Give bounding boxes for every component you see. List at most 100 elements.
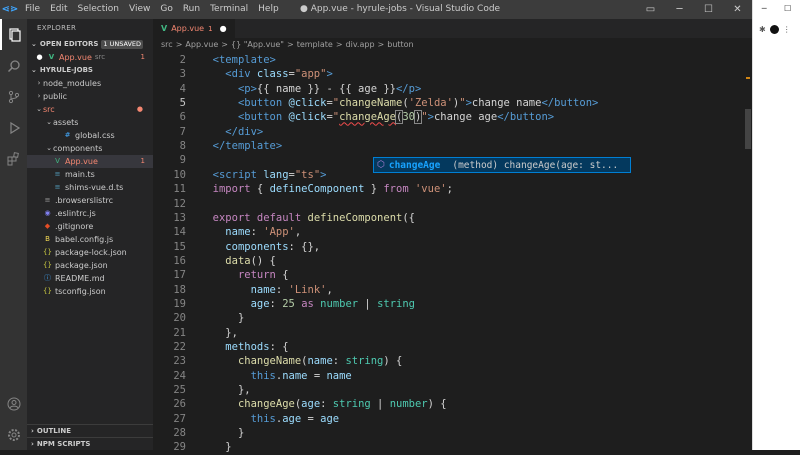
suggestion-widget[interactable]: ⬡ changeAge (method) changeAge(age: st..…: [373, 157, 631, 173]
tree-item[interactable]: V App.vue 1: [27, 155, 153, 168]
breadcrumb-item[interactable]: src: [161, 38, 173, 51]
code-line[interactable]: <button @click="changeName('Zelda')">cha…: [200, 96, 598, 110]
browser-window: ─ ☐ ✱ ⋮: [752, 0, 800, 450]
code-line[interactable]: export default defineComponent({: [200, 211, 415, 225]
code-line[interactable]: },: [200, 326, 238, 340]
tree-item[interactable]: # global.css: [27, 129, 153, 142]
code-line[interactable]: <div class="app">: [200, 67, 332, 81]
scroll-thumb[interactable]: [745, 109, 751, 149]
code-line[interactable]: name: 'Link',: [200, 283, 333, 297]
code-line[interactable]: data() {: [200, 254, 276, 268]
unsaved-dot-icon[interactable]: ●: [35, 51, 44, 64]
tree-item[interactable]: ⌄ assets: [27, 116, 153, 129]
editor-scrollbar[interactable]: [744, 19, 752, 450]
code-line[interactable]: },: [200, 383, 251, 397]
chevron-right-icon[interactable]: ›: [35, 90, 43, 103]
browser-controls: ─ ☐: [753, 0, 800, 13]
search-icon[interactable]: [0, 50, 27, 81]
account-icon[interactable]: [0, 388, 27, 419]
code-line[interactable]: changeAge(age: string | number) {: [200, 397, 447, 411]
chevron-right-icon[interactable]: ›: [35, 77, 43, 90]
code-line[interactable]: <template>: [200, 53, 276, 67]
tree-item[interactable]: ⌄ components: [27, 142, 153, 155]
code-line[interactable]: }: [200, 440, 231, 454]
open-editor-item[interactable]: ● V App.vue src 1: [27, 51, 153, 64]
tree-item[interactable]: Bbabel.config.js: [27, 233, 153, 246]
minimize-button[interactable]: ─: [762, 4, 767, 13]
close-button[interactable]: ✕: [723, 0, 752, 19]
tree-item[interactable]: ◆ .gitignore: [27, 220, 153, 233]
code-line[interactable]: name: 'App',: [200, 225, 301, 239]
settings-gear-icon[interactable]: [0, 419, 27, 450]
code-line[interactable]: <p>{{ name }} - {{ age }}</p>: [200, 82, 421, 96]
code-line[interactable]: this.name = name: [200, 369, 352, 383]
code-line[interactable]: components: {},: [200, 240, 320, 254]
code-line[interactable]: <button @click="changeAge(30)">change ag…: [200, 110, 554, 125]
npm-scripts-section[interactable]: › NPM SCRIPTS: [27, 437, 153, 450]
tree-item[interactable]: {} tsconfig.json: [27, 285, 153, 298]
menu-item-terminal[interactable]: Terminal: [205, 0, 253, 19]
run-debug-icon[interactable]: [0, 112, 27, 143]
chevron-down-icon: ⌄: [31, 66, 37, 74]
code-line[interactable]: }: [200, 426, 244, 440]
open-editor-path: src: [94, 53, 106, 61]
code-line[interactable]: age: 25 as number | string: [200, 297, 415, 311]
breadcrumb-item[interactable]: button: [387, 38, 413, 51]
code-token: string: [377, 297, 416, 310]
menu-item-view[interactable]: View: [124, 0, 155, 19]
unsaved-dot-icon[interactable]: ●: [220, 24, 227, 33]
extensions-puzzle-icon[interactable]: ✱: [759, 25, 766, 34]
code-line[interactable]: <script lang="ts">: [200, 168, 327, 182]
chevron-down-icon[interactable]: ⌄: [45, 116, 53, 129]
menu-item-selection[interactable]: Selection: [73, 0, 124, 19]
tree-item[interactable]: ◉ .eslintrc.js: [27, 207, 153, 220]
chevron-down-icon[interactable]: ⌄: [35, 103, 43, 116]
maximize-button[interactable]: ☐: [694, 0, 723, 19]
explorer-icon[interactable]: [0, 19, 27, 50]
tree-item[interactable]: ≡ shims-vue.d.ts: [27, 181, 153, 194]
breadcrumb-item[interactable]: template: [297, 38, 333, 51]
profile-avatar-icon[interactable]: [769, 25, 779, 34]
code-line[interactable]: return {: [200, 268, 289, 282]
menu-item-file[interactable]: File: [20, 0, 45, 19]
code-line[interactable]: methods: {: [200, 340, 288, 354]
menu-item-help[interactable]: Help: [253, 0, 284, 19]
tree-item[interactable]: ≡ main.ts: [27, 168, 153, 181]
tab-app-vue[interactable]: V App.vue 1 ●: [153, 19, 235, 38]
chevron-down-icon[interactable]: ⌄: [45, 142, 53, 155]
outline-section[interactable]: › OUTLINE: [27, 424, 153, 437]
menu-item-go[interactable]: Go: [155, 0, 177, 19]
tree-item[interactable]: ≡ .browserslistrc: [27, 194, 153, 207]
open-editors-section[interactable]: ⌄ OPEN EDITORS 1 UNSAVED: [27, 38, 153, 51]
line-number: 27: [173, 412, 186, 425]
extensions-icon[interactable]: [0, 143, 27, 174]
tree-item[interactable]: {} package-lock.json: [27, 246, 153, 259]
menu-item-run[interactable]: Run: [178, 0, 205, 19]
minimize-button[interactable]: ─: [665, 0, 694, 19]
line-number: 2: [179, 54, 186, 66]
code-line[interactable]: </div>: [200, 125, 263, 139]
maximize-button[interactable]: ☐: [784, 4, 791, 13]
browser-toolbar: ✱ ⋮: [753, 13, 800, 34]
tree-item[interactable]: › public: [27, 90, 153, 103]
code-editor[interactable]: 2 <template> 3 <div class="app"> 4 <p>{{ n…: [153, 54, 752, 453]
code-line[interactable]: import { defineComponent } from 'vue';: [200, 182, 453, 196]
tree-item[interactable]: {} package.json: [27, 259, 153, 272]
code-line[interactable]: changeName(name: string) {: [200, 354, 402, 368]
menu-item-edit[interactable]: Edit: [45, 0, 72, 19]
tree-item[interactable]: ⓘ README.md: [27, 272, 153, 285]
code-line[interactable]: }: [200, 311, 244, 325]
code-line[interactable]: this.age = age: [200, 412, 340, 426]
source-control-icon[interactable]: [0, 81, 27, 112]
tree-item[interactable]: › node_modules: [27, 77, 153, 90]
tree-item[interactable]: ⌄ src ●: [27, 103, 153, 116]
layout-icon[interactable]: ▭: [636, 0, 665, 19]
breadcrumb-item[interactable]: div.app: [346, 38, 375, 51]
breadcrumb-item[interactable]: {} "App.vue": [231, 38, 284, 51]
more-menu-icon[interactable]: ⋮: [783, 25, 791, 34]
code-token: change name: [471, 97, 542, 110]
project-section[interactable]: ⌄ HYRULE-JOBS: [27, 64, 153, 77]
code-line[interactable]: </template>: [200, 139, 283, 153]
breadcrumb-item[interactable]: App.vue: [185, 38, 218, 51]
